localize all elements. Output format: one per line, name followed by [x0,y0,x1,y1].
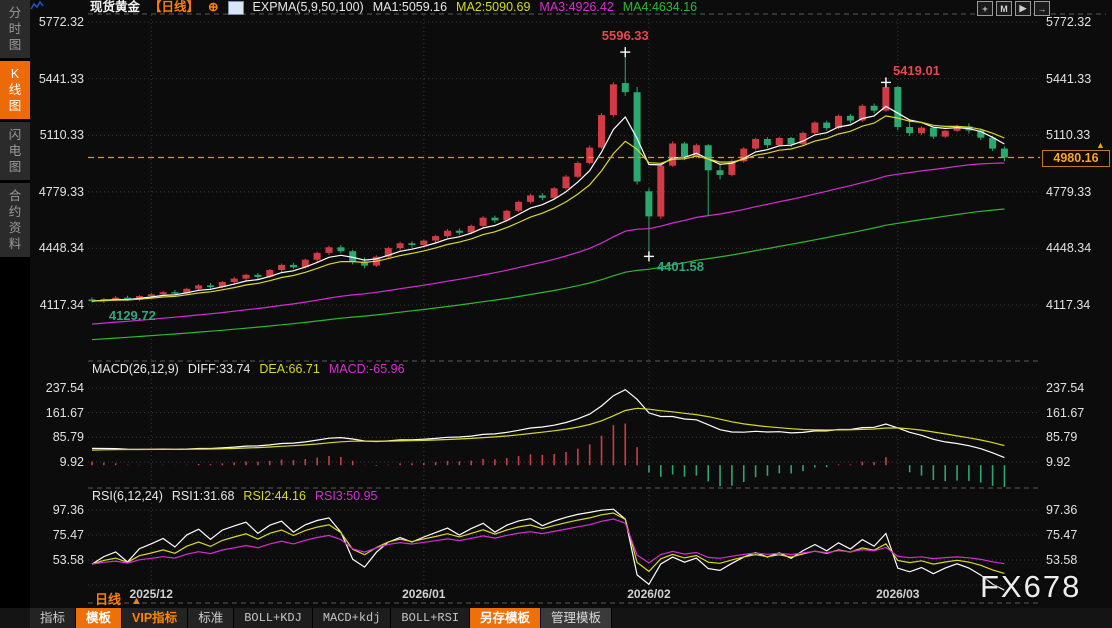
toolbar-item-vip-indicator[interactable]: VIP指标 [122,608,188,628]
top-bar: 现货黄金 【日线】 ⊕ EXPMA(5,9,50,100) MA1:5059.1… [30,0,1020,15]
axis-label: 4117.34 [1046,298,1090,312]
axis-label: 5110.33 [1046,128,1090,142]
axis-label: 75.47 [1046,528,1077,542]
macd-diff-value: DIFF:33.74 [188,362,251,376]
axis-label: 5772.32 [34,15,84,29]
axis-label: 4779.33 [1046,185,1091,199]
rsi-formula: RSI(6,12,24) [92,489,163,503]
axis-label: 53.58 [34,553,84,567]
ma4-value: MA4:4634.16 [623,0,697,15]
macd-value: MACD:-65.96 [329,362,405,376]
sidebar-tab-time-chart[interactable]: 分 时 图 [0,0,30,58]
sidebar-tab-contract-info[interactable]: 合 约 资 料 [0,183,30,257]
axis-label: 85.79 [1046,430,1077,444]
axis-label: 161.67 [1046,406,1084,420]
axis-label: 4448.34 [1046,241,1091,255]
axis-label: 97.36 [1046,503,1077,517]
macd-formula: MACD(26,12,9) [92,362,179,376]
axis-label: 9.92 [34,455,84,469]
axis-label: 4448.34 [34,241,84,255]
toolbar-item-save-template[interactable]: 另存模板 [470,608,541,628]
rsi1-value: RSI1:31.68 [172,489,235,503]
axis-label: 4117.34 [34,298,84,312]
current-price-arrow: ▲ [1096,140,1105,150]
crosshair-icon[interactable]: + [977,1,993,16]
price-annotation-high: 5596.33 [585,28,665,43]
toolbar-item-standard[interactable]: 标准 [188,608,234,628]
indicator-window-icon[interactable]: M [996,1,1012,16]
axis-label: 161.67 [34,406,84,420]
toolbar-item-boll-kdj[interactable]: BOLL+KDJ [234,608,313,628]
axis-label: 5441.33 [1046,72,1091,86]
mini-chart-icon [228,1,244,15]
sidebar: 分 时 图K 线 图闪 电 图合 约 资 料 [0,0,30,628]
chart-canvas[interactable] [0,0,1112,628]
axis-label: 85.79 [34,430,84,444]
toolbar-item-macd-kdj[interactable]: MACD+kdj [313,608,392,628]
rsi2-value: RSI2:44.16 [243,489,306,503]
window-icons: +M▶→ [977,1,1050,16]
sidebar-tab-flash-chart[interactable]: 闪 电 图 [0,122,30,180]
ma1-value: MA1:5059.16 [373,0,447,15]
exit-icon[interactable]: → [1034,1,1050,16]
current-price-label: 4980.16 [1042,150,1110,167]
price-annotation-low: 4129.72 [109,308,156,323]
axis-label: 5772.32 [1046,15,1091,29]
axis-label: 4779.33 [34,185,84,199]
axis-label: 237.54 [1046,381,1084,395]
toolbar-item-manage-template[interactable]: 管理模板 [541,608,612,628]
date-label: 2026/03 [863,587,933,601]
chevron-up-icon: ▲ [131,595,142,607]
bottom-toolbar: 指标模板VIP指标标准BOLL+KDJMACD+kdjBOLL+RSI另存模板管… [30,608,612,628]
sidebar-tab-kline[interactable]: K 线 图 [0,61,30,119]
period-selector-label: 日线 [95,592,121,607]
macd-legend: MACD(26,12,9) DIFF:33.74 DEA:66.71 MACD:-65… [92,362,414,376]
chart-app: 现货黄金 【日线】 ⊕ EXPMA(5,9,50,100) MA1:5059.1… [0,0,1112,628]
date-label: 2026/02 [614,587,684,601]
axis-label: 5441.33 [34,72,84,86]
axis-label: 75.47 [34,528,84,542]
price-annotation-low: 4401.58 [657,259,704,274]
add-indicator-icon[interactable]: ⊕ [208,0,218,15]
toolbar-item-template[interactable]: 模板 [76,608,122,628]
axis-label: 237.54 [34,381,84,395]
ma2-value: MA2:5090.69 [456,0,530,15]
axis-label: 53.58 [1046,553,1077,567]
period-tag[interactable]: 【日线】 [149,0,199,15]
axis-label: 97.36 [34,503,84,517]
zoom-window-icon[interactable]: ▶ [1015,1,1031,16]
rsi3-value: RSI3:50.95 [315,489,378,503]
rsi-legend: RSI(6,12,24) RSI1:31.68 RSI2:44.16 RSI3:50.… [92,489,387,503]
watermark: FX678 [980,569,1081,605]
toolbar-item-boll-rsi[interactable]: BOLL+RSI [391,608,470,628]
axis-label: 9.92 [1046,455,1070,469]
expma-formula: EXPMA(5,9,50,100) [253,0,364,15]
date-label: 2026/01 [389,587,459,601]
price-annotation-high: 5419.01 [893,63,940,78]
axis-label: 5110.33 [34,128,84,142]
ma3-value: MA3:4926.42 [539,0,613,15]
symbol-title: 现货黄金 [90,0,140,15]
period-selector[interactable]: 日线 ▲ [95,589,142,608]
toolbar-item-indicator[interactable]: 指标 [30,608,76,628]
macd-dea-value: DEA:66.71 [259,362,319,376]
